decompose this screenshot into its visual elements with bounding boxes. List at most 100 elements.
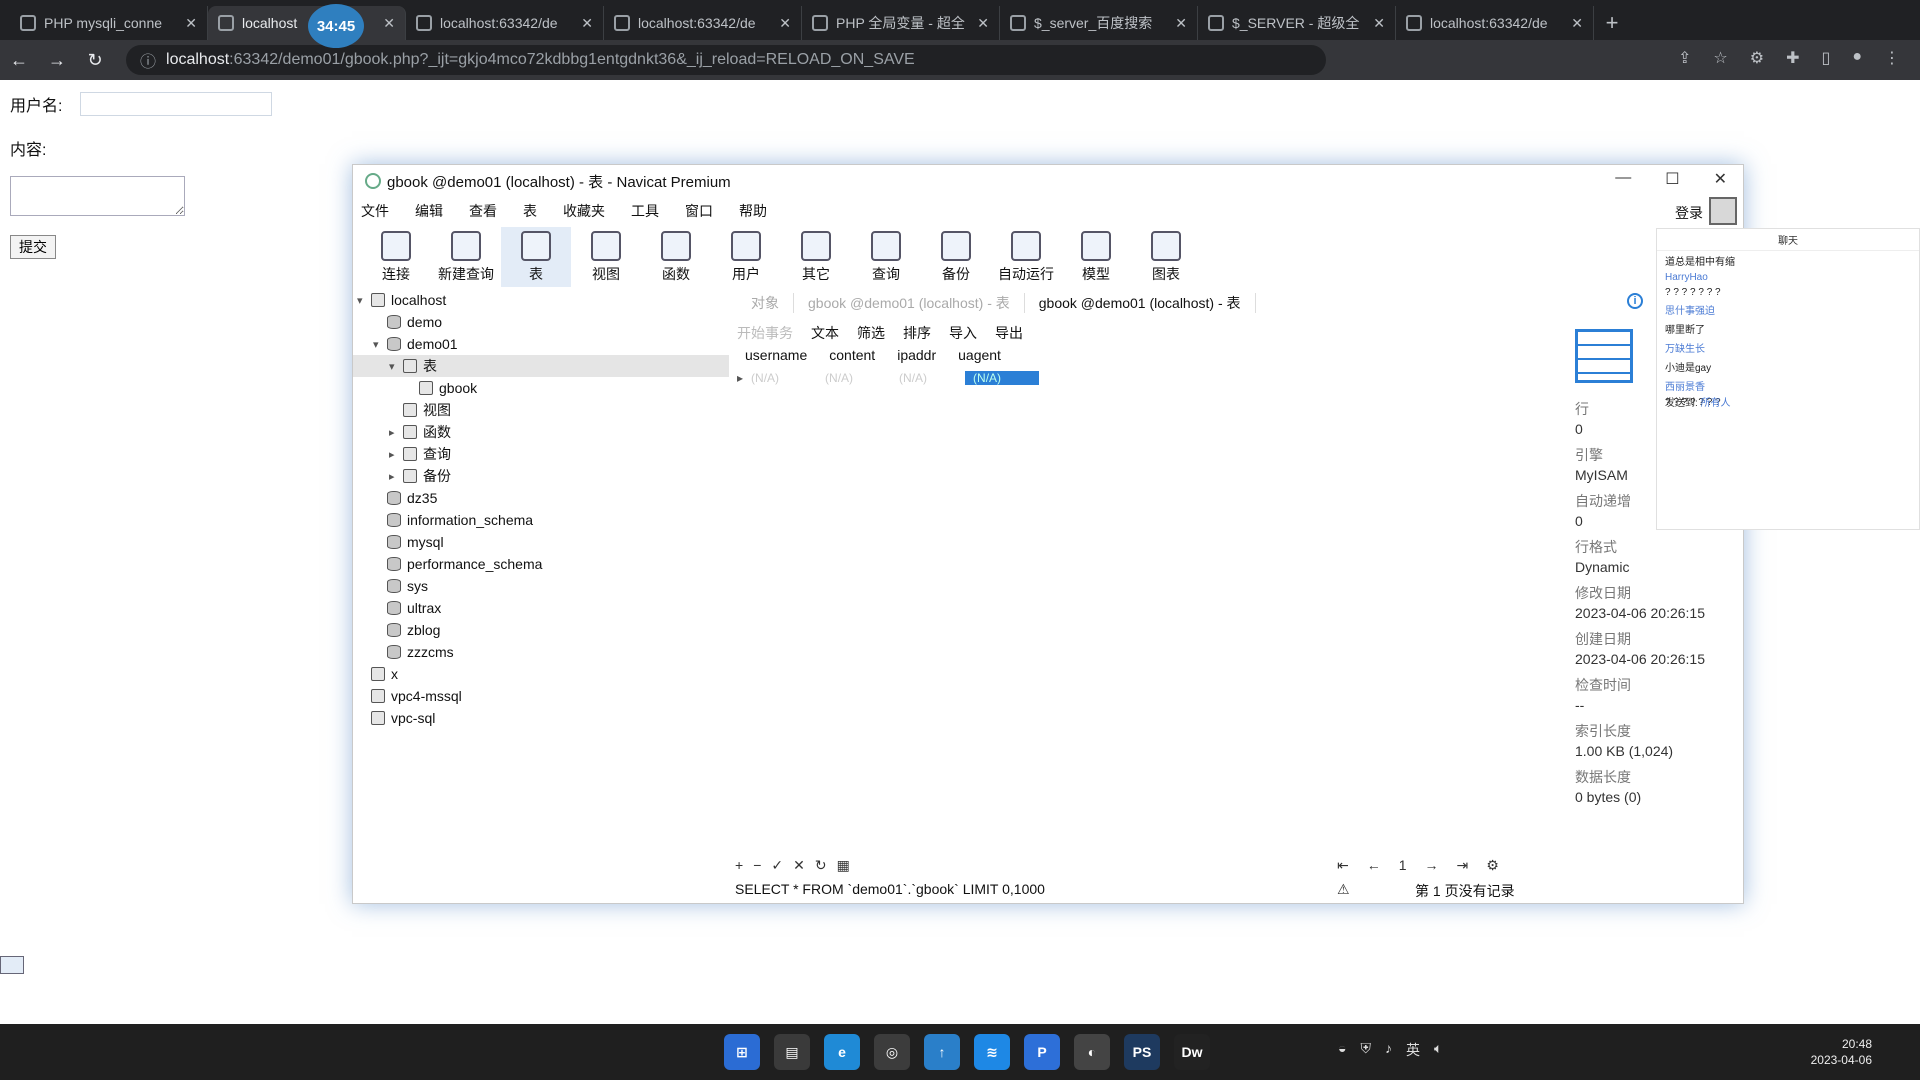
send-to-select[interactable]: 所有人 [1701,398,1731,409]
table-cell[interactable]: (N/A) [743,371,817,385]
column-header[interactable]: content [829,347,875,363]
toolbar-button[interactable]: 连接 [361,227,431,287]
tab-close-icon[interactable]: ✕ [383,15,395,32]
pager-control[interactable]: ⇤ [1337,857,1349,874]
tree-item[interactable]: vpc4-mssql [353,685,729,707]
new-tab-button[interactable]: + [1594,6,1630,40]
table-cell[interactable]: (N/A) [965,371,1040,385]
taskbar-app[interactable]: PS [1124,1034,1160,1070]
object-action[interactable]: 导出 [995,323,1023,343]
content-textarea[interactable] [10,176,185,216]
object-action[interactable]: 导入 [949,323,977,343]
caret-icon[interactable]: ▸ [389,448,403,461]
caret-icon[interactable]: ▸ [389,470,403,483]
table-row[interactable]: ▸ (N/A) (N/A) (N/A) (N/A) [737,369,1047,387]
avatar[interactable] [1709,197,1737,225]
tree-item[interactable]: ▾ demo01 [353,333,729,355]
pager-control[interactable]: ⇥ [1457,857,1469,874]
tree-item[interactable]: 视图 [353,399,729,421]
menu-item[interactable]: 查看 [469,201,497,221]
pager-control[interactable]: → [1425,857,1439,874]
tree-item[interactable]: ▾ 表 [353,355,729,377]
record-action-icon[interactable]: ↻ [815,857,827,874]
tree-item[interactable]: gbook [353,377,729,399]
pager-control[interactable]: ← [1367,857,1381,874]
maximize-icon[interactable]: ☐ [1665,169,1679,189]
tree-item[interactable]: zzzcms [353,641,729,663]
table-cell[interactable]: (N/A) [817,371,891,385]
tree-item[interactable]: mysql [353,531,729,553]
menu-item[interactable]: 编辑 [415,201,443,221]
info-icon[interactable]: i [1627,293,1643,309]
menu-item[interactable]: 工具 [631,201,659,221]
menu-item[interactable]: 帮助 [739,201,767,221]
column-header[interactable]: ipaddr [897,347,936,363]
tab-close-icon[interactable]: ✕ [779,15,791,32]
bookmark-star-icon[interactable]: ☆ [1713,48,1727,68]
caret-icon[interactable]: ▾ [373,338,387,351]
object-action[interactable]: 筛选 [857,323,885,343]
clock[interactable]: 20:48 2023-04-06 [1811,1036,1872,1068]
tab-close-icon[interactable]: ✕ [185,15,197,32]
toolbar-button[interactable]: 新建查询 [431,227,501,287]
browser-tab[interactable]: $_SERVER - 超级全 ✕ [1198,6,1396,40]
object-tab[interactable]: gbook @demo01 (localhost) - 表 [1025,293,1256,313]
caret-icon[interactable]: ▸ [389,426,403,439]
toolbar-button[interactable]: 自动运行 [991,227,1061,287]
menu-item[interactable]: 表 [523,201,537,221]
toolbar-button[interactable]: 函数 [641,227,711,287]
column-header[interactable]: username [745,347,807,363]
object-action[interactable]: 文本 [811,323,839,343]
menu-icon[interactable]: ⋮ [1884,48,1900,68]
taskbar-app[interactable]: e [824,1034,860,1070]
url-field[interactable]: ⓘ localhost :63342/demo01/gbook.php?_ijt… [126,45,1326,75]
reload-icon[interactable]: ↻ [76,50,114,71]
toolbar-button[interactable]: 模型 [1061,227,1131,287]
tree-item[interactable]: ▸ 查询 [353,443,729,465]
login-link[interactable]: 登录 [1675,203,1703,223]
tree-item[interactable]: performance_schema [353,553,729,575]
tree-item[interactable]: information_schema [353,509,729,531]
tree-item[interactable]: x [353,663,729,685]
record-action-icon[interactable]: ▦ [837,857,850,874]
extensions-icon[interactable]: ⚙ [1750,48,1764,68]
close-icon[interactable]: ✕ [1714,169,1727,189]
tab-close-icon[interactable]: ✕ [1373,15,1385,32]
menu-item[interactable]: 收藏夹 [563,201,605,221]
back-icon[interactable]: ← [0,50,38,71]
taskbar-app[interactable]: ⊞ [724,1034,760,1070]
tree-item[interactable]: dz35 [353,487,729,509]
tree-item[interactable]: ▸ 函数 [353,421,729,443]
toolbar-button[interactable]: 图表 [1131,227,1201,287]
tab-close-icon[interactable]: ✕ [1571,15,1583,32]
toolbar-button[interactable]: 视图 [571,227,641,287]
toolbar-button[interactable]: 查询 [851,227,921,287]
tab-close-icon[interactable]: ✕ [977,15,989,32]
tab-close-icon[interactable]: ✕ [581,15,593,32]
taskbar-app[interactable]: ◐ [1074,1034,1110,1070]
record-action-icon[interactable]: + [735,857,743,874]
taskbar-app[interactable]: Dw [1174,1034,1210,1070]
minimize-icon[interactable]: — [1615,169,1631,189]
browser-tab[interactable]: localhost:63342/de ✕ [604,6,802,40]
pager-control[interactable]: 1 [1399,857,1407,874]
taskbar-app[interactable]: ≋ [974,1034,1010,1070]
username-input[interactable] [80,92,272,116]
object-tab[interactable]: gbook @demo01 (localhost) - 表 [794,293,1025,313]
object-action[interactable]: 排序 [903,323,931,343]
table-cell[interactable]: (N/A) [891,371,965,385]
object-action[interactable]: 开始事务 [737,323,793,343]
caret-icon[interactable]: ▾ [389,360,403,373]
tree-item[interactable]: demo [353,311,729,333]
tab-close-icon[interactable]: ✕ [1175,15,1187,32]
browser-tab[interactable]: PHP mysqli_conne ✕ [10,6,208,40]
tree-item[interactable]: sys [353,575,729,597]
tree-item[interactable]: ▾ localhost [353,289,729,311]
share-icon[interactable]: ⇪ [1678,48,1691,68]
shield-icon[interactable]: ⛨ [1360,1040,1371,1060]
caret-icon[interactable]: ▾ [357,294,371,307]
toolbar-button[interactable]: 备份 [921,227,991,287]
forward-icon[interactable]: → [38,50,76,71]
record-action-icon[interactable]: − [753,857,761,874]
toolbar-button[interactable]: 用户 [711,227,781,287]
